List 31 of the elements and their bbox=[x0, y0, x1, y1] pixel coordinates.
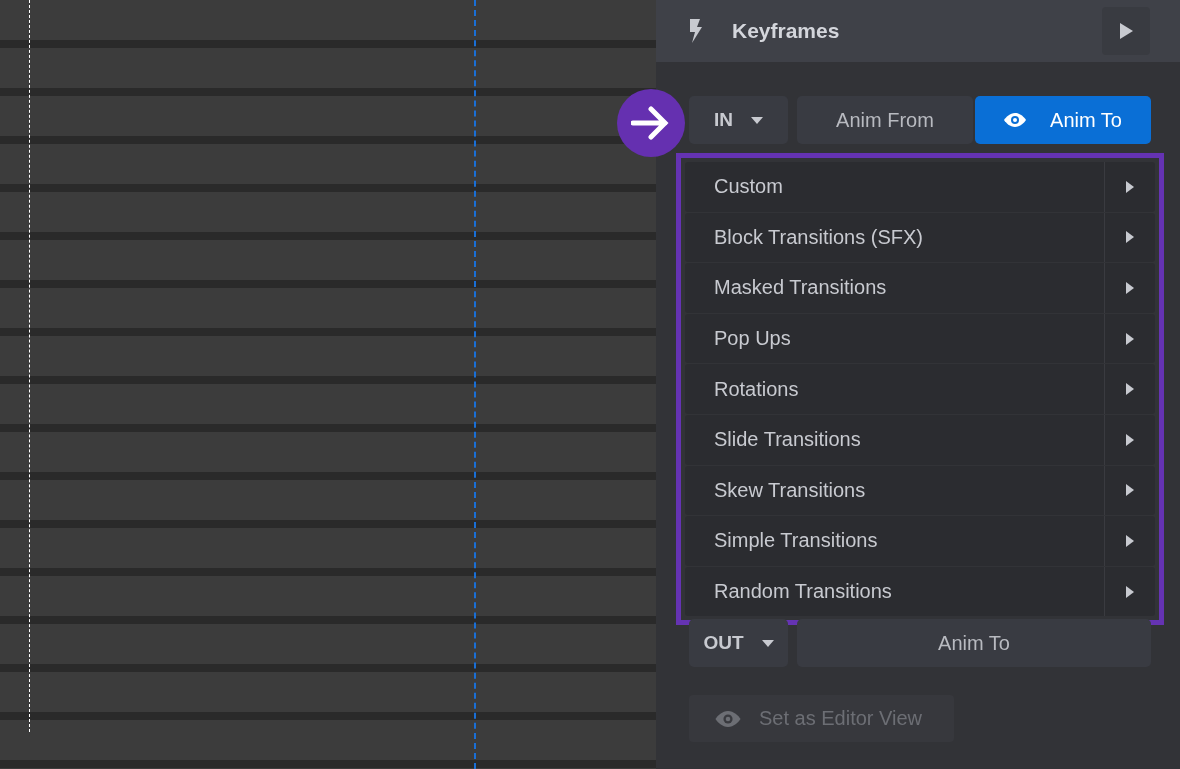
caret-icon bbox=[751, 116, 763, 124]
preset-item[interactable]: Slide Transitions bbox=[685, 414, 1155, 465]
play-button[interactable] bbox=[1102, 7, 1150, 55]
preset-item[interactable]: Custom bbox=[685, 162, 1155, 212]
anim-tab[interactable]: Anim To bbox=[975, 96, 1151, 144]
preset-item[interactable]: Pop Ups bbox=[685, 313, 1155, 364]
arrow-right-icon bbox=[1126, 282, 1134, 294]
preset-item[interactable]: Skew Transitions bbox=[685, 465, 1155, 516]
arrow-right-icon bbox=[1126, 180, 1134, 193]
preset-item[interactable]: Simple Transitions bbox=[685, 516, 1155, 566]
arrow-right-icon bbox=[1126, 383, 1134, 396]
play-icon bbox=[1119, 23, 1133, 39]
eye-icon bbox=[715, 710, 741, 727]
anim-tab[interactable]: Anim To bbox=[797, 619, 1151, 668]
panel-title: Keyframes bbox=[732, 19, 841, 43]
preset-item[interactable]: Block Transitions (SFX) bbox=[685, 212, 1155, 263]
eye-icon bbox=[1004, 113, 1027, 127]
preset-item[interactable]: Rotations bbox=[685, 364, 1155, 414]
arrow-right-icon bbox=[1126, 231, 1134, 244]
arrow-right-icon bbox=[1126, 484, 1134, 497]
direction-dropdown[interactable]: IN bbox=[689, 96, 788, 144]
caret-icon bbox=[761, 639, 774, 647]
lightning-icon bbox=[688, 19, 702, 43]
arrow-right-icon bbox=[1126, 433, 1134, 446]
arrow-right-icon bbox=[1126, 332, 1134, 345]
anim-tab[interactable]: Anim From bbox=[797, 96, 973, 144]
direction-dropdown[interactable]: OUT bbox=[689, 619, 788, 668]
preset-item[interactable]: Random Transitions bbox=[685, 566, 1155, 617]
preset-item[interactable]: Masked Transitions bbox=[685, 263, 1155, 313]
arrow-right-icon bbox=[1126, 534, 1134, 547]
arrow-right-icon bbox=[1126, 585, 1134, 598]
